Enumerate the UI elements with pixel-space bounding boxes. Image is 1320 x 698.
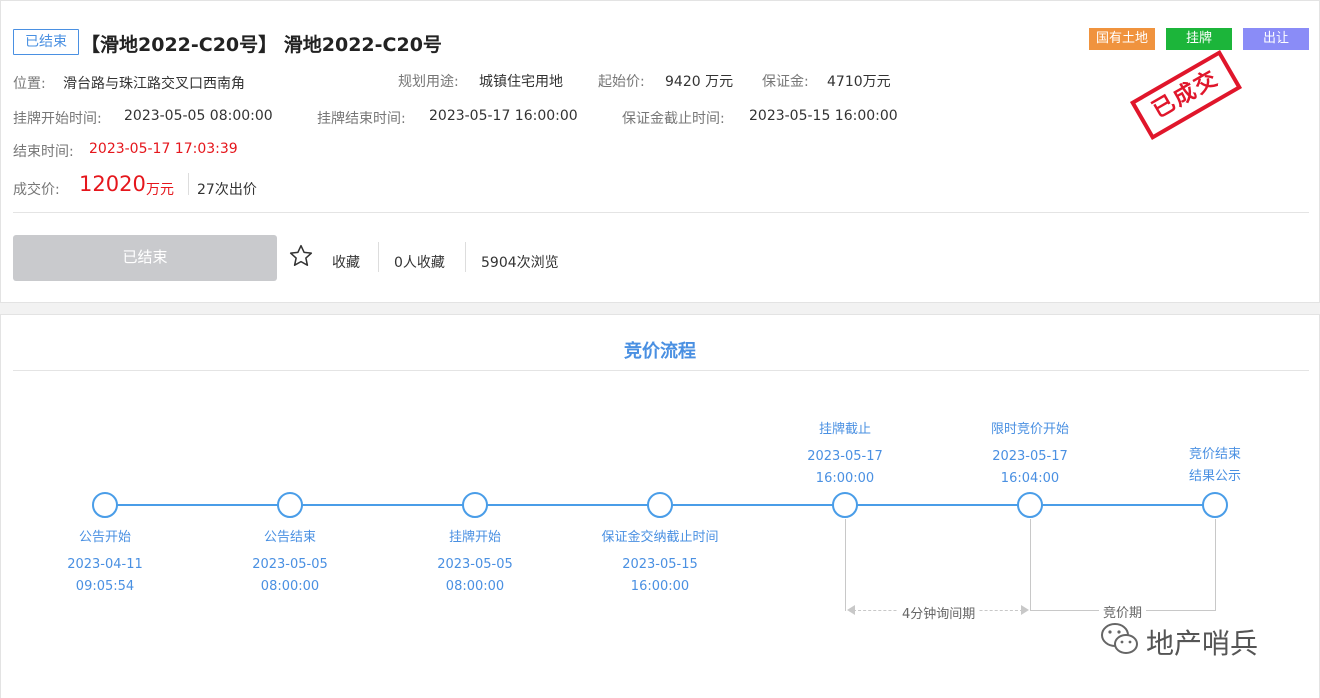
flow-step-date: 2023-05-17	[992, 449, 1068, 464]
deposit-deadline-label: 保证金截止时间:	[622, 111, 725, 127]
deposit-deadline-value: 2023-05-15 16:00:00	[749, 108, 898, 124]
flow-step-date: 2023-04-11	[67, 557, 143, 572]
flow-step-time: 08:00:00	[260, 579, 320, 594]
flow-step-timed-bid-start: 限时竞价开始 2023-05-17 16:04:00	[945, 419, 1115, 490]
flow-step-label: 挂牌截止	[818, 422, 871, 437]
end-time-label: 结束时间:	[13, 144, 74, 160]
bid-count: 27次出价	[197, 182, 257, 198]
divider	[13, 212, 1309, 213]
timeline-node	[1017, 492, 1043, 518]
timeline-node	[462, 492, 488, 518]
flow-step-listing-deadline: 挂牌截止 2023-05-17 16:00:00	[760, 419, 930, 490]
flow-step-label: 公告结束	[263, 530, 316, 545]
flow-step-date: 2023-05-15	[622, 557, 698, 572]
flow-step-label: 竞价结束	[1188, 447, 1241, 462]
flow-step-date: 结果公示	[1188, 469, 1241, 484]
status-tag: 已结束	[13, 29, 79, 55]
usage-label: 规划用途:	[398, 74, 459, 90]
flow-step-deposit-deadline: 保证金交纳截止时间 2023-05-15 16:00:00	[575, 527, 745, 598]
usage-value: 城镇住宅用地	[479, 74, 563, 90]
page-title: 【滑地2022-C20号】 滑地2022-C20号	[81, 34, 442, 56]
timeline-node	[832, 492, 858, 518]
flow-step-time: 16:00:00	[630, 579, 690, 594]
listing-end-value: 2023-05-17 16:00:00	[429, 108, 578, 124]
bidding-period-label: 竞价期	[1099, 602, 1147, 621]
flow-step-time: 16:04:00	[1000, 471, 1060, 486]
flow-step-date: 2023-05-05	[252, 557, 328, 572]
start-price-value: 9420 万元	[665, 74, 734, 90]
timeline-node	[1202, 492, 1228, 518]
favorite-button[interactable]: 收藏	[332, 252, 360, 272]
flow-step-time: 08:00:00	[445, 579, 505, 594]
flow-step-label: 保证金交纳截止时间	[601, 530, 719, 545]
listing-info-card: 已结束 【滑地2022-C20号】 滑地2022-C20号 国有土地 挂牌 出让…	[0, 0, 1320, 303]
star-icon[interactable]	[288, 243, 314, 269]
deposit-value: 4710万元	[827, 74, 891, 90]
period-bracket-line	[1030, 519, 1031, 611]
wechat-icon	[1100, 620, 1140, 660]
ended-button[interactable]: 已结束	[13, 235, 277, 281]
timeline-node	[92, 492, 118, 518]
flow-step-announce-end: 公告结束 2023-05-05 08:00:00	[205, 527, 375, 598]
flow-step-label: 公告开始	[78, 530, 131, 545]
deal-price-unit: 万元	[146, 182, 174, 198]
inquiry-period-label: 4分钟询间期	[898, 603, 980, 622]
flow-step-announce-start: 公告开始 2023-04-11 09:05:54	[20, 527, 190, 598]
period-bracket-line	[1215, 519, 1216, 611]
favorite-count: 0人收藏	[394, 255, 445, 271]
flow-step-bid-end: 竞价结束 结果公示	[1130, 444, 1300, 488]
divider	[378, 242, 379, 272]
flow-step-time: 09:05:54	[75, 579, 135, 594]
divider	[13, 370, 1309, 371]
listing-start-label: 挂牌开始时间:	[13, 111, 102, 127]
divider	[465, 242, 466, 272]
divider	[188, 173, 189, 195]
flow-step-label: 挂牌开始	[448, 530, 501, 545]
arrow-left-icon	[847, 605, 855, 615]
transaction-type-badge: 出让	[1243, 28, 1309, 50]
deal-price-label: 成交价:	[13, 182, 60, 198]
flow-step-date: 2023-05-05	[437, 557, 513, 572]
period-bracket-line	[845, 519, 846, 611]
flow-step-listing-start: 挂牌开始 2023-05-05 08:00:00	[390, 527, 560, 598]
start-price-label: 起始价:	[598, 74, 645, 90]
end-time-value: 2023-05-17 17:03:39	[89, 141, 238, 157]
flow-step-label: 限时竞价开始	[990, 422, 1069, 437]
deposit-label: 保证金:	[762, 74, 809, 90]
location-value: 滑台路与珠江路交叉口西南角	[63, 76, 245, 92]
flow-step-time: 16:00:00	[815, 471, 875, 486]
timeline-node	[277, 492, 303, 518]
view-count: 5904次浏览	[481, 255, 559, 271]
listing-start-value: 2023-05-05 08:00:00	[124, 108, 273, 124]
location-label: 位置:	[13, 76, 46, 92]
timeline-node	[647, 492, 673, 518]
land-type-badge: 国有土地	[1089, 28, 1155, 50]
arrow-right-icon	[1021, 605, 1029, 615]
flow-title: 竞价流程	[624, 341, 696, 362]
deal-stamp: 已成交	[1129, 49, 1243, 141]
flow-step-date: 2023-05-17	[807, 449, 883, 464]
deal-price-value: 12020	[79, 172, 146, 196]
listing-end-label: 挂牌结束时间:	[317, 111, 406, 127]
transfer-method-badge: 挂牌	[1166, 28, 1232, 50]
watermark-text: 地产哨兵	[1146, 627, 1259, 660]
